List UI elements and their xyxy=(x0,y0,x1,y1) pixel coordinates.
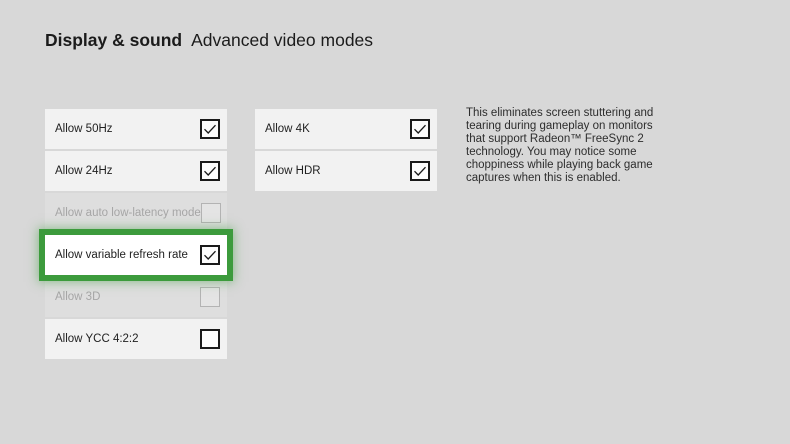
toggle-allow-4k[interactable]: Allow 4K xyxy=(255,109,437,149)
toggle-label: Allow 3D xyxy=(55,291,100,303)
toggle-allow-3d: Allow 3D xyxy=(45,277,227,317)
checkbox-unchecked-icon xyxy=(200,329,220,349)
toggle-label: Allow 50Hz xyxy=(55,123,113,135)
section-title: Display & sound xyxy=(45,30,182,50)
checkbox-checked-icon xyxy=(200,161,220,181)
toggle-allow-auto-low-latency-mode: Allow auto low-latency mode xyxy=(45,193,227,233)
checkbox-unchecked-icon xyxy=(201,203,221,223)
video-modes-column-right: Allow 4K Allow HDR xyxy=(255,109,437,193)
toggle-allow-variable-refresh-rate[interactable]: Allow variable refresh rate xyxy=(45,235,227,275)
page-title: Advanced video modes xyxy=(191,30,373,50)
toggle-label: Allow YCC 4:2:2 xyxy=(55,333,139,345)
toggle-label: Allow variable refresh rate xyxy=(55,249,188,261)
checkbox-checked-icon xyxy=(410,161,430,181)
toggle-label: Allow HDR xyxy=(265,165,321,177)
checkbox-checked-icon xyxy=(410,119,430,139)
toggle-allow-50hz[interactable]: Allow 50Hz xyxy=(45,109,227,149)
advanced-video-modes-screen: Display & sound Advanced video modes Allo… xyxy=(0,0,790,444)
setting-description: This eliminates screen stuttering and te… xyxy=(466,107,681,186)
toggle-label: Allow auto low-latency mode xyxy=(55,207,201,219)
toggle-allow-24hz[interactable]: Allow 24Hz xyxy=(45,151,227,191)
toggle-label: Allow 24Hz xyxy=(55,165,113,177)
checkbox-unchecked-icon xyxy=(200,287,220,307)
toggle-label: Allow 4K xyxy=(265,123,310,135)
toggle-allow-hdr[interactable]: Allow HDR xyxy=(255,151,437,191)
toggle-allow-ycc-422[interactable]: Allow YCC 4:2:2 xyxy=(45,319,227,359)
page-header: Display & sound Advanced video modes xyxy=(45,29,373,51)
checkbox-checked-icon xyxy=(200,119,220,139)
checkbox-checked-icon xyxy=(200,245,220,265)
video-modes-column-left: Allow 50Hz Allow 24Hz Allow auto low-lat… xyxy=(45,109,227,361)
